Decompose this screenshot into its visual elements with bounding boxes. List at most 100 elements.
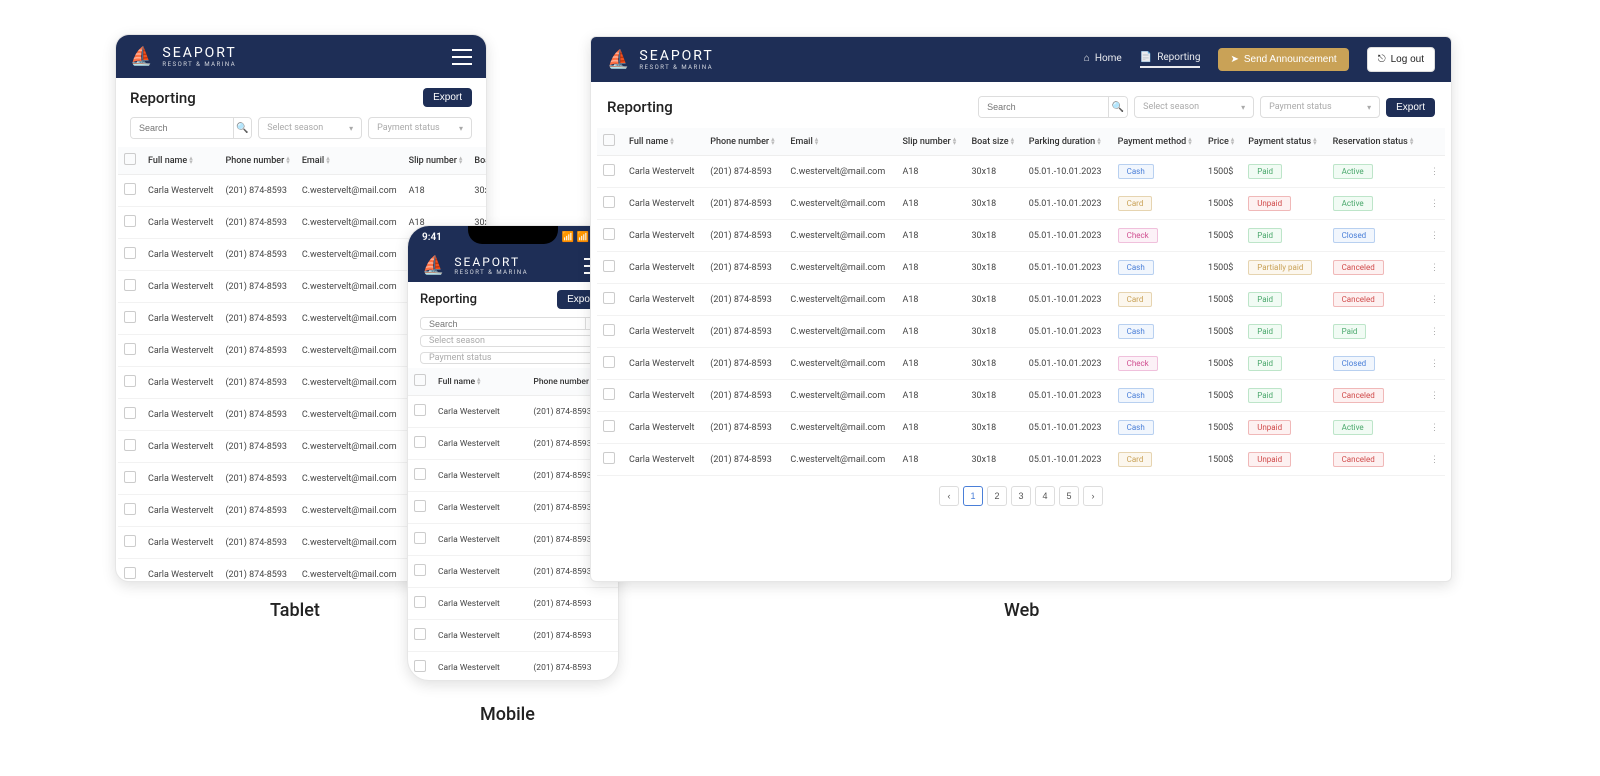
row-checkbox[interactable]	[414, 596, 426, 608]
row-actions-icon[interactable]: ⋮	[1430, 359, 1439, 369]
col-name[interactable]: Full name▴▾	[623, 128, 704, 156]
select-all-checkbox[interactable]	[414, 374, 426, 386]
col-email[interactable]: Email▴▾	[784, 128, 896, 156]
season-select[interactable]: Select season▾	[420, 335, 606, 347]
row-checkbox[interactable]	[124, 471, 136, 483]
search-icon[interactable]: 🔍	[1108, 97, 1127, 117]
row-actions-icon[interactable]: ⋮	[1430, 199, 1439, 209]
menu-icon[interactable]	[452, 49, 472, 65]
page-4[interactable]: 4	[1035, 486, 1055, 506]
cell-email: C.westervelt@mail.com	[784, 316, 896, 348]
row-actions-icon[interactable]: ⋮	[1430, 327, 1439, 337]
cell-slip: A18	[896, 284, 965, 316]
row-checkbox[interactable]	[414, 468, 426, 480]
page-3[interactable]: 3	[1011, 486, 1031, 506]
page-1[interactable]: 1	[963, 486, 983, 506]
row-checkbox[interactable]	[124, 247, 136, 259]
page-2[interactable]: 2	[987, 486, 1007, 506]
nav-home[interactable]: ⌂Home	[1084, 53, 1122, 67]
col-boat[interactable]: Boat size▴▾	[468, 147, 486, 175]
export-button[interactable]: Export	[1386, 98, 1435, 117]
row-checkbox[interactable]	[603, 356, 615, 368]
col-method[interactable]: Payment method▴▾	[1112, 128, 1202, 156]
season-select[interactable]: Select season▾	[1134, 96, 1254, 118]
row-checkbox[interactable]	[414, 628, 426, 640]
row-actions-icon[interactable]: ⋮	[1430, 295, 1439, 305]
row-checkbox[interactable]	[603, 228, 615, 240]
search-icon[interactable]: 🔍	[233, 118, 251, 138]
sort-icon: ▴▾	[189, 156, 193, 164]
row-checkbox[interactable]	[124, 215, 136, 227]
row-actions-icon[interactable]: ⋮	[1430, 455, 1439, 465]
row-checkbox[interactable]	[124, 407, 136, 419]
col-phone[interactable]: Phone number▴▾	[704, 128, 784, 156]
row-checkbox[interactable]	[603, 420, 615, 432]
col-pstatus[interactable]: Payment status▴▾	[1242, 128, 1326, 156]
logout-button[interactable]: ⎋Log out	[1367, 47, 1435, 72]
row-actions-icon[interactable]: ⋮	[1430, 231, 1439, 241]
search-input[interactable]: 🔍	[978, 96, 1128, 118]
cell-method: Check	[1112, 348, 1202, 380]
cell-email: C.westervelt@mail.com	[296, 175, 403, 207]
row-checkbox[interactable]	[414, 404, 426, 416]
row-actions-icon[interactable]: ⋮	[1430, 391, 1439, 401]
cell-slip: A18	[896, 220, 965, 252]
row-checkbox[interactable]	[414, 532, 426, 544]
row-checkbox[interactable]	[603, 196, 615, 208]
status-select[interactable]: Payment status▾	[1260, 96, 1380, 118]
row-checkbox[interactable]	[124, 375, 136, 387]
page-next[interactable]: ›	[1083, 486, 1103, 506]
select-all-checkbox[interactable]	[124, 153, 136, 165]
page-5[interactable]: 5	[1059, 486, 1079, 506]
row-checkbox[interactable]	[414, 500, 426, 512]
season-select[interactable]: Select season▾	[258, 117, 362, 139]
cell-name: Carla Westervelt	[142, 463, 219, 495]
row-checkbox[interactable]	[124, 279, 136, 291]
row-checkbox[interactable]	[414, 436, 426, 448]
col-boat[interactable]: Boat size▴▾	[965, 128, 1022, 156]
row-checkbox[interactable]	[603, 452, 615, 464]
row-checkbox[interactable]	[124, 343, 136, 355]
row-actions-icon[interactable]: ⋮	[1430, 167, 1439, 177]
col-phone[interactable]: Phone number▴▾	[219, 147, 295, 175]
row-actions-icon[interactable]: ⋮	[1430, 263, 1439, 273]
col-price[interactable]: Price▴▾	[1202, 128, 1242, 156]
col-slip[interactable]: Slip number▴▾	[403, 147, 469, 175]
cell-email: C.westervelt@mail.com	[784, 156, 896, 188]
row-checkbox[interactable]	[124, 567, 136, 579]
row-checkbox[interactable]	[124, 311, 136, 323]
search-input[interactable]: 🔍	[130, 117, 252, 139]
cell-email: C.westervelt@mail.com	[784, 252, 896, 284]
export-button[interactable]: Export	[423, 88, 472, 107]
row-checkbox[interactable]	[124, 183, 136, 195]
col-name[interactable]: Full name▴▾	[432, 368, 527, 396]
send-announcement-button[interactable]: ➤Send Announcement	[1218, 48, 1348, 71]
cell-rstatus: Closed	[1327, 220, 1424, 252]
col-slip[interactable]: Slip number▴▾	[896, 128, 965, 156]
row-checkbox[interactable]	[414, 564, 426, 576]
row-checkbox[interactable]	[124, 535, 136, 547]
nav-reporting[interactable]: 📄Reporting	[1140, 52, 1201, 68]
row-checkbox[interactable]	[603, 260, 615, 272]
row-checkbox[interactable]	[124, 503, 136, 515]
row-checkbox[interactable]	[124, 439, 136, 451]
col-rstatus[interactable]: Reservation status▴▾	[1327, 128, 1424, 156]
select-all-checkbox[interactable]	[603, 134, 615, 146]
col-email[interactable]: Email▴▾	[296, 147, 403, 175]
status-select[interactable]: Payment status▾	[420, 352, 606, 364]
status-select[interactable]: Payment status▾	[368, 117, 472, 139]
col-name[interactable]: Full name▴▾	[142, 147, 219, 175]
cell-phone: (201) 874-8593	[219, 559, 295, 583]
page-prev[interactable]: ‹	[939, 486, 959, 506]
cell-pstatus: Paid	[1242, 156, 1326, 188]
row-checkbox[interactable]	[603, 324, 615, 336]
search-input[interactable]: 🔍	[420, 317, 606, 330]
row-checkbox[interactable]	[603, 164, 615, 176]
row-checkbox[interactable]	[603, 292, 615, 304]
row-actions-icon[interactable]: ⋮	[1430, 423, 1439, 433]
col-parking[interactable]: Parking duration▴▾	[1023, 128, 1112, 156]
row-checkbox[interactable]	[603, 388, 615, 400]
cell-method: Cash	[1112, 380, 1202, 412]
cell-rstatus: Active	[1327, 156, 1424, 188]
row-checkbox[interactable]	[414, 660, 426, 672]
